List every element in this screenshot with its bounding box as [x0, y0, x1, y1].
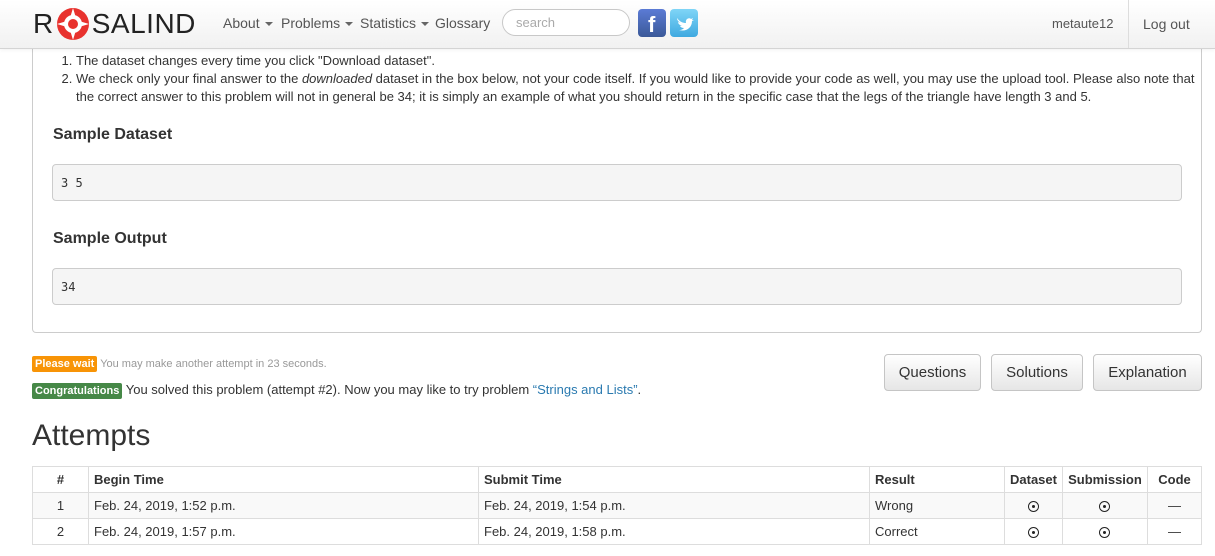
cell-code: —: [1146, 492, 1203, 519]
facebook-icon[interactable]: f: [638, 9, 666, 37]
cell-dataset: [1004, 492, 1063, 519]
chevron-down-icon: [264, 22, 273, 27]
wait-text: You may make another attempt in 23 secon…: [100, 358, 327, 370]
table-row: 2 Feb. 24, 2019, 1:57 p.m. Feb. 24, 2019…: [32, 518, 1203, 545]
congrats-message: Congratulations You solved this problem …: [32, 382, 641, 399]
note-emphasis: downloaded: [301, 71, 373, 86]
table-header-row: # Begin Time Submit Time Result Dataset …: [32, 466, 1203, 493]
nav-problems[interactable]: Problems: [281, 15, 354, 31]
please-wait-badge: Please wait: [32, 356, 98, 372]
download-submission-icon[interactable]: [1099, 527, 1111, 539]
next-problem-link[interactable]: “Strings and Lists”: [533, 382, 638, 397]
sample-output-heading: Sample Output: [53, 230, 167, 247]
table-row: 1 Feb. 24, 2019, 1:52 p.m. Feb. 24, 2019…: [32, 492, 1203, 519]
download-dataset-icon[interactable]: [1027, 501, 1039, 513]
nav-about[interactable]: About: [223, 15, 273, 31]
wait-message: Please wait You may make another attempt…: [32, 356, 327, 372]
cell-number: 1: [32, 492, 89, 519]
cell-submit-time: Feb. 24, 2019, 1:54 p.m.: [478, 492, 870, 519]
rosalind-logo[interactable]: R SALIND: [33, 7, 196, 41]
col-header-dataset: Dataset: [1004, 466, 1063, 493]
note-text: We check only your final answer to the: [76, 71, 302, 86]
sample-output-box: 34: [52, 268, 1182, 305]
attempts-heading: Attempts: [32, 419, 151, 452]
col-header-begin-time: Begin Time: [88, 466, 479, 493]
cell-submit-time: Feb. 24, 2019, 1:58 p.m.: [478, 518, 870, 545]
congrats-end: .: [637, 382, 642, 397]
chevron-down-icon: [421, 22, 430, 27]
congrats-text: You solved this problem (attempt #2). No…: [125, 382, 530, 397]
nav-problems-label: Problems: [281, 15, 341, 31]
col-header-number: #: [32, 466, 89, 493]
cell-number: 2: [32, 518, 89, 545]
cell-begin-time: Feb. 24, 2019, 1:57 p.m.: [88, 518, 479, 545]
cell-result: Correct: [869, 518, 1005, 545]
col-header-submission: Submission: [1061, 466, 1148, 493]
cell-dataset: [1004, 518, 1063, 545]
twitter-icon[interactable]: [670, 9, 698, 37]
sample-dataset-box: 3 5: [52, 164, 1182, 201]
chevron-down-icon: [345, 22, 354, 27]
col-header-submit-time: Submit Time: [478, 466, 870, 493]
download-dataset-icon[interactable]: [1027, 527, 1039, 539]
solutions-button[interactable]: Solutions: [991, 354, 1083, 391]
cell-begin-time: Feb. 24, 2019, 1:52 p.m.: [88, 492, 479, 519]
cell-submission: [1061, 518, 1148, 545]
note-item: We check only your final answer to the d…: [76, 70, 1196, 106]
logo-letter-r: R: [33, 8, 54, 39]
navbar: R SALIND About Problems Statistics Gloss…: [0, 0, 1215, 49]
cell-submission: [1061, 492, 1148, 519]
nav-statistics-label: Statistics: [360, 15, 417, 31]
username-link[interactable]: metaute12: [1052, 16, 1113, 31]
cell-code: —: [1146, 518, 1203, 545]
congratulations-badge: Congratulations: [32, 383, 123, 399]
logout-link[interactable]: Log out: [1143, 16, 1190, 32]
problem-notes: The dataset changes every time you click…: [32, 52, 1196, 106]
col-header-code: Code: [1146, 466, 1203, 493]
col-header-result: Result: [869, 466, 1005, 493]
logo-emblem-icon: [56, 8, 89, 40]
logo-text: SALIND: [91, 8, 196, 39]
explanation-button[interactable]: Explanation: [1093, 354, 1202, 391]
search-input[interactable]: [502, 9, 630, 36]
nav-glossary-label: Glossary: [435, 15, 491, 31]
download-submission-icon[interactable]: [1099, 501, 1111, 513]
attempts-table: # Begin Time Submit Time Result Dataset …: [32, 466, 1203, 545]
navbar-divider: [1128, 0, 1129, 48]
nav-about-label: About: [223, 15, 260, 31]
nav-statistics[interactable]: Statistics: [360, 15, 430, 31]
nav-glossary[interactable]: Glossary: [435, 15, 490, 31]
note-item: The dataset changes every time you click…: [76, 52, 1196, 70]
cell-result: Wrong: [869, 492, 1005, 519]
sample-dataset-heading: Sample Dataset: [53, 126, 173, 143]
questions-button[interactable]: Questions: [884, 354, 981, 391]
